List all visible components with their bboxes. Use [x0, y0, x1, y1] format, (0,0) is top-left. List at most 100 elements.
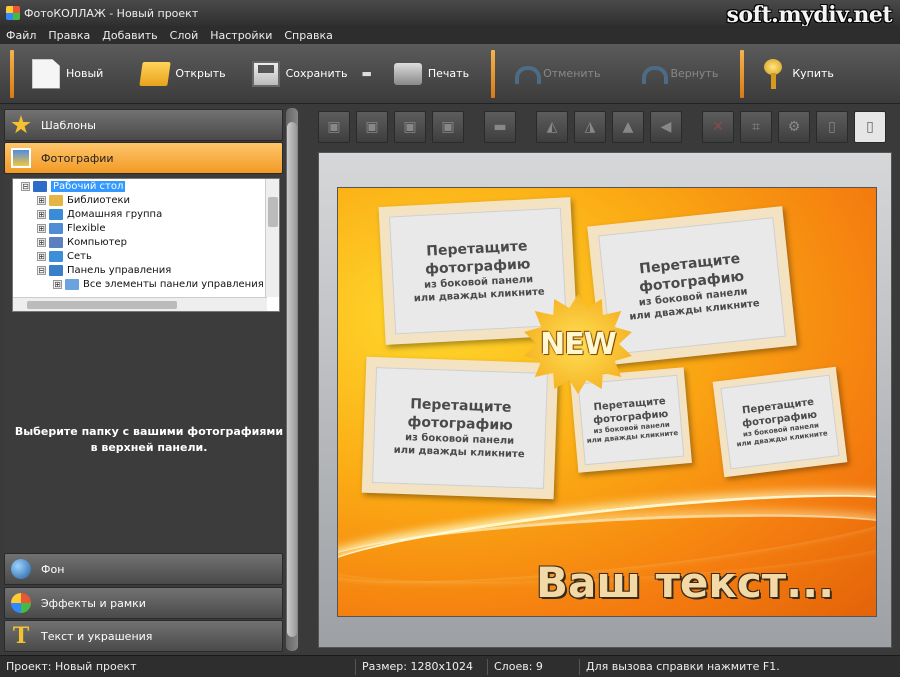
placeholder-content: Перетащите фотографию из боковой панели … [577, 374, 685, 466]
collage-canvas[interactable]: Перетащите фотографию из боковой панели … [337, 187, 877, 617]
expand-icon[interactable]: ⊞ [37, 223, 46, 233]
new-button[interactable]: Новый [24, 50, 111, 98]
tab-effects[interactable]: Эффекты и рамки [4, 587, 283, 619]
tab-background[interactable]: Фон [4, 553, 283, 585]
flip-horizontal-icon[interactable]: ▲ [612, 111, 644, 143]
tree-item[interactable]: ⊟ Рабочий стол [13, 179, 279, 193]
tab-background-label: Фон [41, 562, 65, 576]
scroll-thumb[interactable] [287, 122, 297, 637]
toolbar-separator [491, 49, 496, 98]
photo-placeholder-3[interactable]: Перетащите фотографию из боковой панели … [361, 356, 559, 500]
folder-tree[interactable]: ⊟ Рабочий стол ⊞ Библиотеки ⊞ Домашняя группа… [12, 178, 280, 312]
tree-item[interactable]: ⊞ Компьютер [13, 235, 279, 249]
menu-layer[interactable]: Слой [164, 29, 205, 42]
buy-label: Купить [792, 67, 834, 80]
scroll-thumb[interactable] [27, 301, 177, 309]
tree-item[interactable]: ⊞ Flexible [13, 221, 279, 235]
menu-edit[interactable]: Правка [42, 29, 96, 42]
print-button[interactable]: Печать [386, 50, 477, 98]
tab-photos[interactable]: Фотографии [4, 142, 283, 174]
status-project: Проект: Новый проект [0, 658, 356, 675]
folder-icon [139, 61, 172, 86]
save-dropdown-icon[interactable]: ▬ [361, 67, 371, 80]
photo-placeholder-4[interactable]: Перетащите фотографию из боковой панели … [570, 367, 692, 473]
folder-icon [49, 222, 63, 234]
save-button[interactable]: Сохранить ▬ [244, 50, 380, 98]
floppy-disk-icon [251, 60, 280, 87]
tree-horizontal-scrollbar[interactable] [13, 297, 267, 311]
tab-templates-label: Шаблоны [41, 118, 96, 132]
background-icon [11, 559, 31, 579]
tab-text[interactable]: T Текст и украшения [4, 620, 283, 652]
tree-item[interactable]: ⊞ Домашняя группа [13, 207, 279, 221]
palette-icon [11, 593, 31, 613]
bring-forward-icon[interactable]: ▣ [356, 111, 388, 143]
overlay-text[interactable]: Ваш текст... [536, 558, 834, 607]
canvas-toolbar: ▣ ▣ ▣ ▣ ▬ ◭ ◮ ▲ ◀ ✕ ⌗ ⚙ ▯ ▯ [318, 108, 892, 146]
menu-bar: Файл Правка Добавить Слой Настройки Спра… [0, 26, 900, 44]
menu-add[interactable]: Добавить [96, 29, 163, 42]
badge-text: NEW [540, 326, 617, 362]
watermark: soft.mydiv.net [726, 2, 892, 28]
tab-templates[interactable]: Шаблоны [4, 109, 283, 141]
tree-item[interactable]: ⊟ Панель управления [13, 263, 279, 277]
app-window: ФотоКОЛЛАЖ - Новый проект soft.mydiv.net… [0, 0, 900, 677]
folder-icon [49, 264, 63, 276]
undo-arrow-icon [513, 62, 542, 86]
tab-effects-label: Эффекты и рамки [41, 596, 146, 610]
tree-item[interactable]: ⊞ Сеть [13, 249, 279, 263]
collapse-icon[interactable]: ⊟ [37, 265, 46, 275]
collapse-icon[interactable]: ⊟ [21, 181, 30, 191]
folder-icon [65, 278, 79, 290]
tree-item-label: Рабочий стол [51, 180, 126, 192]
tree-item-label: Библиотеки [67, 194, 131, 206]
tree-item-label: Панель управления [67, 264, 172, 276]
menu-file[interactable]: Файл [0, 29, 42, 42]
menu-settings[interactable]: Настройки [204, 29, 278, 42]
align-icon[interactable]: ▬ [484, 111, 516, 143]
tree-item[interactable]: ⊞ Все элементы панели управления [13, 277, 279, 291]
star-icon [11, 115, 31, 134]
undo-button[interactable]: Отменить [505, 50, 608, 98]
expand-icon[interactable]: ⊞ [37, 209, 46, 219]
rotate-right-icon[interactable]: ◮ [574, 111, 606, 143]
left-panel-scrollbar[interactable] [286, 108, 298, 651]
redo-button[interactable]: Вернуть [632, 50, 726, 98]
placeholder-content: Перетащите фотографию из боковой панели … [720, 374, 840, 470]
tree-item-label: Сеть [67, 250, 92, 262]
tree-item-label: Компьютер [67, 236, 127, 248]
tree-vertical-scrollbar[interactable] [265, 179, 279, 297]
crop-icon[interactable]: ⌗ [740, 111, 772, 143]
tab-photos-label: Фотографии [41, 151, 114, 165]
expand-icon[interactable]: ⊞ [37, 251, 46, 261]
expand-icon[interactable]: ⊞ [53, 279, 62, 289]
rotate-left-icon[interactable]: ◭ [536, 111, 568, 143]
status-help: Для вызова справки нажмите F1. [586, 659, 780, 673]
save-label: Сохранить [285, 67, 348, 80]
delete-icon[interactable]: ✕ [702, 111, 734, 143]
tree-item-label: Все элементы панели управления [83, 278, 264, 290]
scroll-thumb[interactable] [268, 197, 278, 227]
printer-icon [393, 62, 422, 85]
canvas-area[interactable]: Перетащите фотографию из боковой панели … [318, 152, 892, 648]
bring-to-front-icon[interactable]: ▣ [318, 111, 350, 143]
buy-button[interactable]: Купить [754, 50, 842, 98]
window-title: ФотоКОЛЛАЖ - Новый проект [24, 6, 199, 20]
expand-icon[interactable]: ⊞ [37, 237, 46, 247]
photo-placeholder-5[interactable]: Перетащите фотографию из боковой панели … [712, 366, 848, 478]
page-icon[interactable]: ▯ [854, 111, 886, 143]
settings-gear-icon[interactable]: ⚙ [778, 111, 810, 143]
print-label: Печать [427, 67, 470, 80]
lock-icon[interactable]: ▯ [816, 111, 848, 143]
expand-icon[interactable]: ⊞ [37, 195, 46, 205]
tree-item[interactable]: ⊞ Библиотеки [13, 193, 279, 207]
flip-vertical-icon[interactable]: ◀ [650, 111, 682, 143]
send-backward-icon[interactable]: ▣ [394, 111, 426, 143]
text-icon: T [12, 623, 30, 649]
tab-text-label: Текст и украшения [41, 629, 153, 643]
folder-tree-rows: ⊟ Рабочий стол ⊞ Библиотеки ⊞ Домашняя группа… [13, 179, 279, 291]
tree-item-label: Flexible [67, 222, 106, 234]
send-to-back-icon[interactable]: ▣ [432, 111, 464, 143]
open-button[interactable]: Открыть [133, 50, 233, 98]
menu-help[interactable]: Справка [278, 29, 338, 42]
